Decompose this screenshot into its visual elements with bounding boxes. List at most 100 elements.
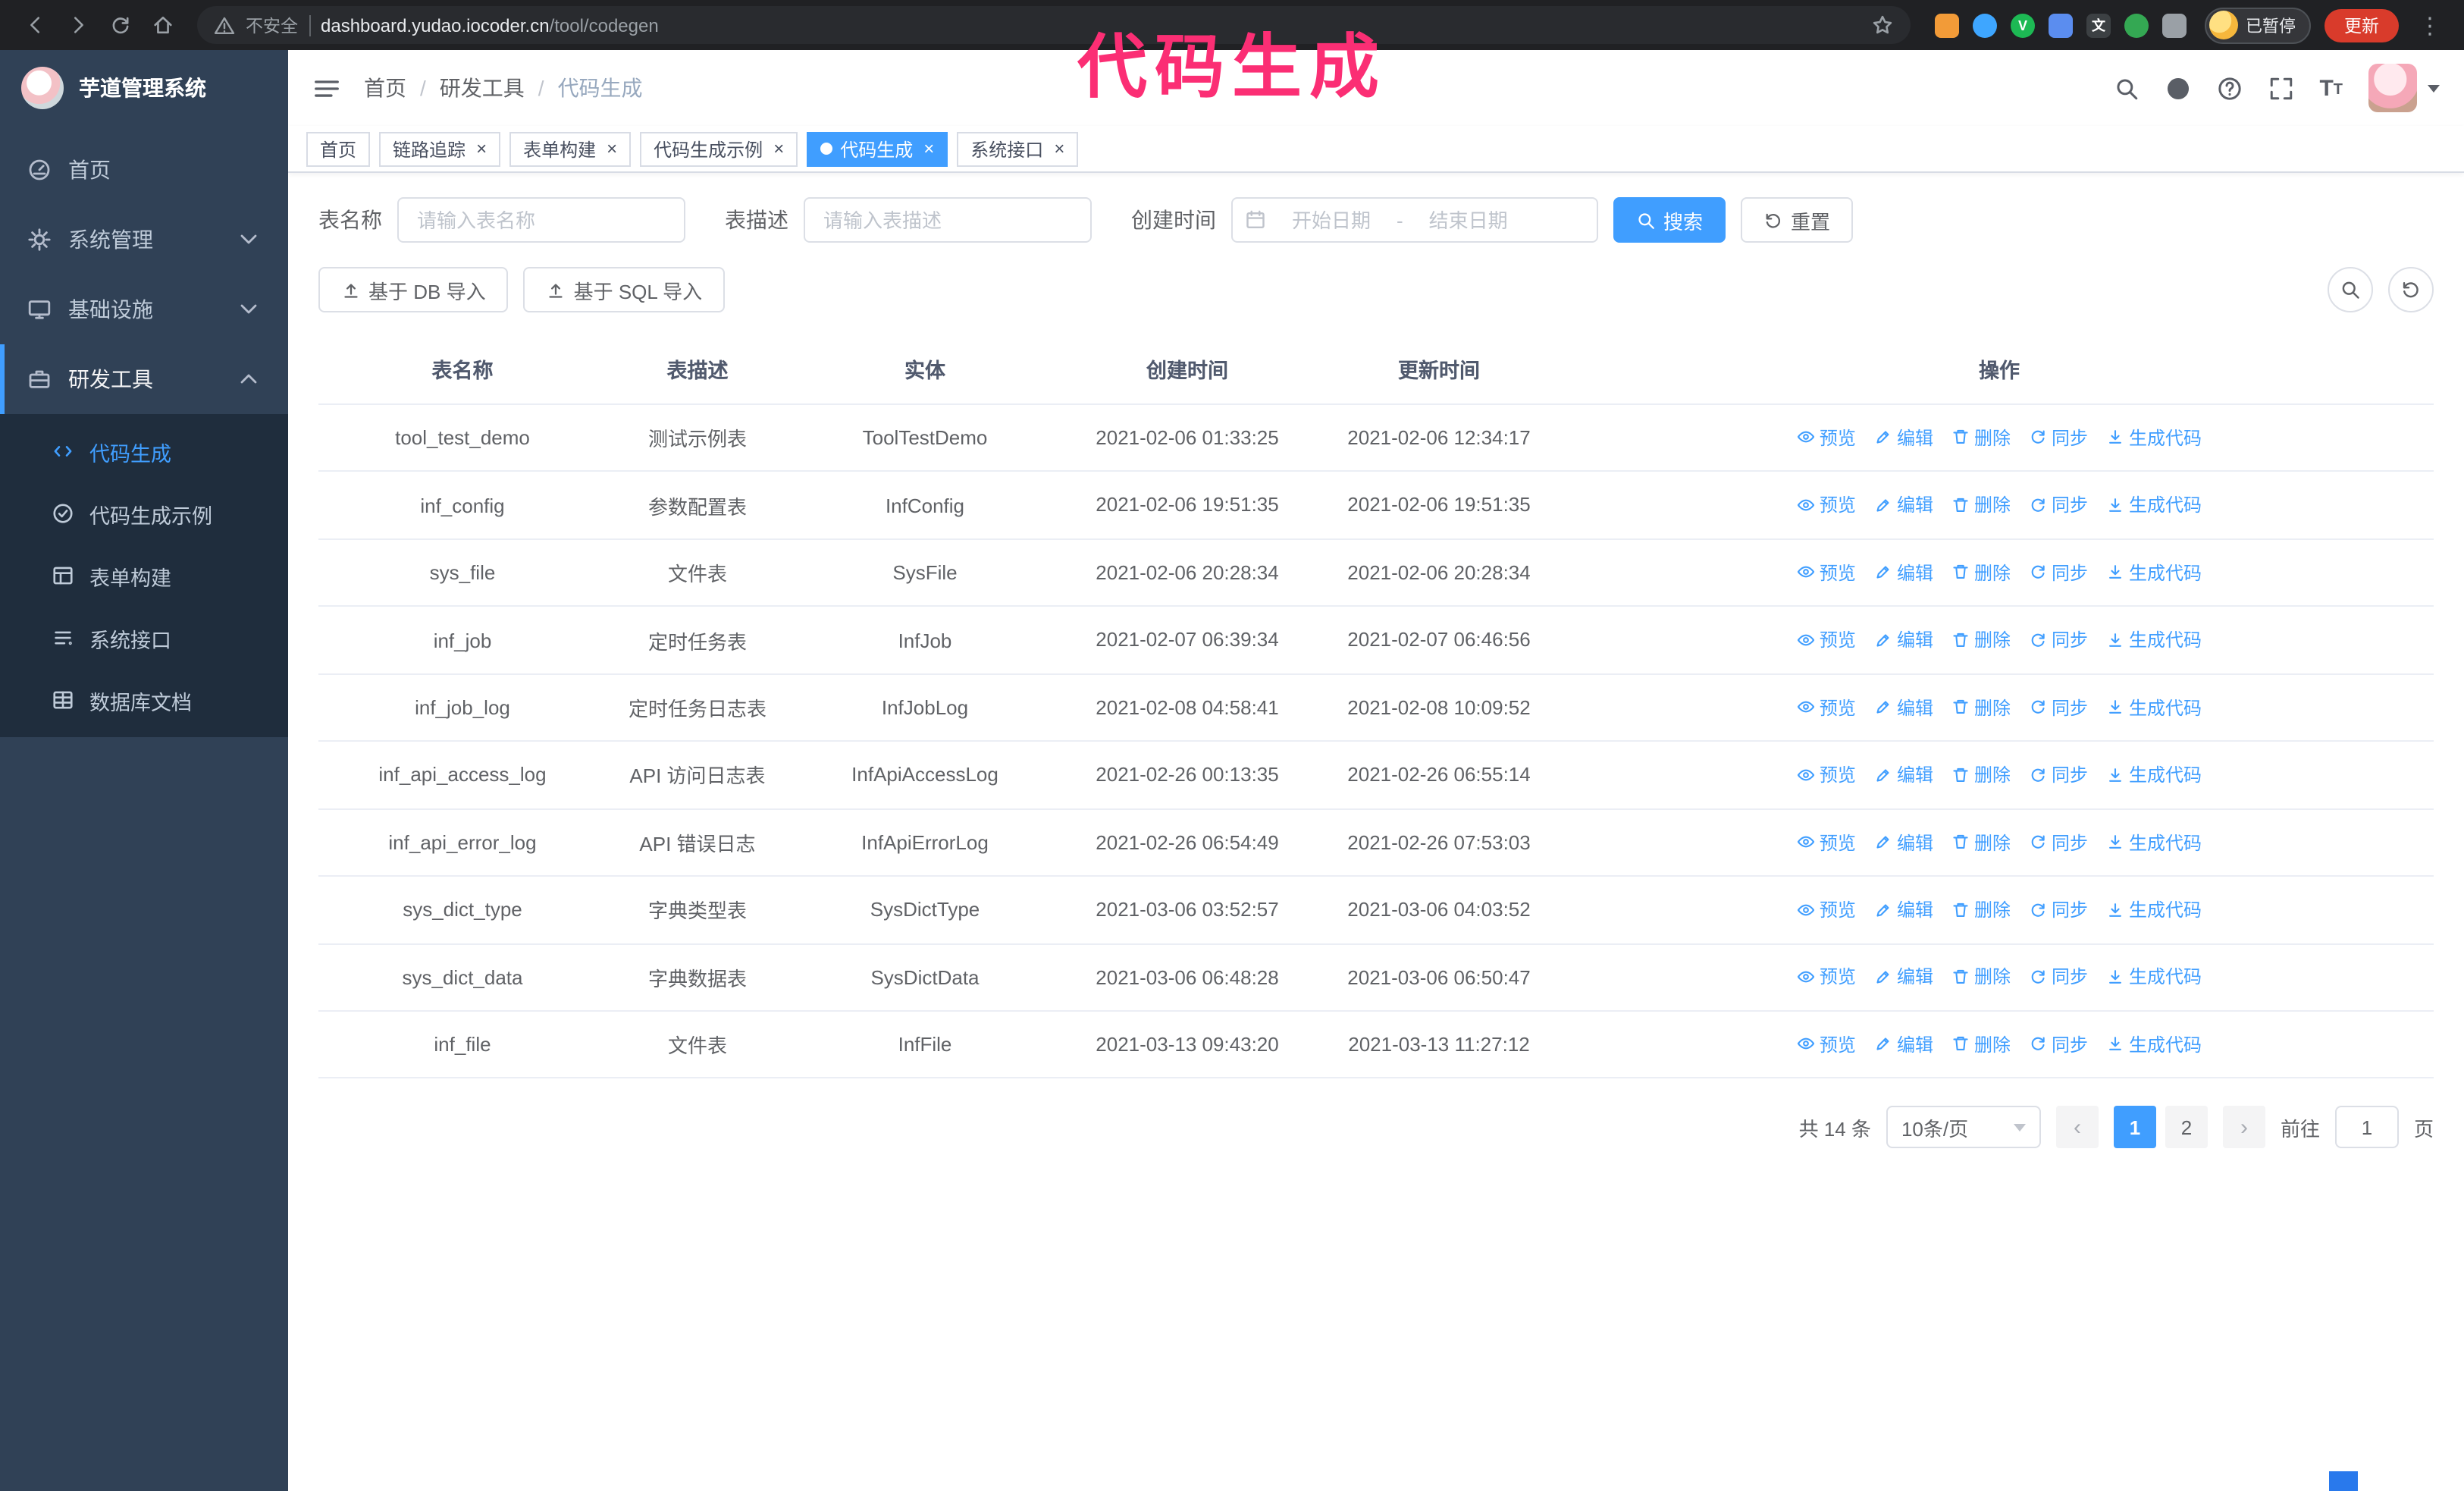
generate-code-link[interactable]: 生成代码 [2106, 896, 2202, 922]
generate-code-link[interactable]: 生成代码 [2106, 694, 2202, 720]
close-tab-icon[interactable]: × [476, 140, 487, 158]
sync-link[interactable]: 同步 [2029, 1031, 2088, 1057]
toggle-search-button[interactable] [2328, 267, 2373, 312]
delete-link[interactable]: 删除 [1951, 627, 2011, 653]
preview-link[interactable]: 预览 [1797, 560, 1856, 585]
date-range-picker[interactable]: - [1231, 197, 1598, 243]
sidebar-logo[interactable]: 芋道管理系统 [0, 50, 288, 126]
tab-form-builder[interactable]: 表单构建 × [509, 131, 632, 166]
sidebar-item-infra[interactable]: 基础设施 [0, 275, 288, 344]
delete-link[interactable]: 删除 [1951, 694, 2011, 720]
edit-link[interactable]: 编辑 [1874, 829, 1933, 855]
preview-link[interactable]: 预览 [1797, 492, 1856, 518]
next-page-button[interactable]: › [2222, 1106, 2265, 1149]
browser-home-icon[interactable] [143, 5, 182, 45]
edit-link[interactable]: 编辑 [1874, 964, 1933, 990]
delete-link[interactable]: 删除 [1951, 829, 2011, 855]
preview-link[interactable]: 预览 [1797, 829, 1856, 855]
page-button-1[interactable]: 1 [2113, 1106, 2156, 1149]
browser-menu-icon[interactable]: ⋮ [2412, 11, 2449, 39]
sidebar-subitem-api[interactable]: 系统接口 [0, 607, 288, 669]
extension-water-drop-icon[interactable] [1973, 13, 1997, 37]
user-avatar-menu[interactable] [2368, 64, 2440, 112]
delete-link[interactable]: 删除 [1951, 1031, 2011, 1057]
preview-link[interactable]: 预览 [1797, 425, 1856, 450]
profile-chip[interactable]: 已暂停 [2205, 7, 2311, 43]
end-date-input[interactable] [1409, 209, 1528, 231]
table-name-input[interactable] [397, 197, 685, 243]
preview-link[interactable]: 预览 [1797, 761, 1856, 787]
preview-link[interactable]: 预览 [1797, 627, 1856, 653]
bookmark-star-icon[interactable] [1871, 14, 1894, 36]
sync-link[interactable]: 同步 [2029, 560, 2088, 585]
delete-link[interactable]: 删除 [1951, 560, 2011, 585]
address-bar[interactable]: 不安全 dashboard.yudao.iocoder.cn/tool/code… [197, 6, 1911, 44]
extension-v-badge-icon[interactable]: V [2011, 13, 2035, 37]
prev-page-button[interactable]: ‹ [2055, 1106, 2099, 1149]
sync-link[interactable]: 同步 [2029, 425, 2088, 450]
extension-puzzle-icon[interactable] [2162, 13, 2187, 37]
tab-codegen-example[interactable]: 代码生成示例 × [640, 131, 798, 166]
sidebar-item-home[interactable]: 首页 [0, 135, 288, 205]
search-button[interactable]: 搜索 [1613, 197, 1726, 243]
font-size-icon[interactable]: TT [2319, 77, 2343, 99]
browser-reload-icon[interactable] [100, 5, 140, 45]
sync-link[interactable]: 同步 [2029, 627, 2088, 653]
sync-link[interactable]: 同步 [2029, 761, 2088, 787]
close-tab-icon[interactable]: × [773, 140, 784, 158]
page-button-2[interactable]: 2 [2165, 1106, 2208, 1149]
chrome-update-button[interactable]: 更新 [2324, 8, 2399, 42]
sidebar-subitem-codegen-example[interactable]: 代码生成示例 [0, 482, 288, 545]
tab-codegen[interactable]: 代码生成 × [807, 131, 948, 166]
delete-link[interactable]: 删除 [1951, 492, 2011, 518]
tab-home[interactable]: 首页 [306, 131, 371, 166]
security-label[interactable]: 不安全 [246, 13, 298, 37]
close-tab-icon[interactable]: × [923, 140, 934, 158]
edit-link[interactable]: 编辑 [1874, 627, 1933, 653]
edit-link[interactable]: 编辑 [1874, 896, 1933, 922]
search-icon[interactable] [2113, 75, 2139, 101]
close-tab-icon[interactable]: × [1054, 140, 1064, 158]
edit-link[interactable]: 编辑 [1874, 694, 1933, 720]
sidebar-subitem-codegen[interactable]: 代码生成 [0, 420, 288, 482]
edit-link[interactable]: 编辑 [1874, 492, 1933, 518]
edit-link[interactable]: 编辑 [1874, 560, 1933, 585]
preview-link[interactable]: 预览 [1797, 694, 1856, 720]
page-size-select[interactable]: 10条/页 [1886, 1106, 2041, 1149]
breadcrumb-item[interactable]: 代码生成 [558, 73, 643, 103]
sync-link[interactable]: 同步 [2029, 829, 2088, 855]
generate-code-link[interactable]: 生成代码 [2106, 425, 2202, 450]
generate-code-link[interactable]: 生成代码 [2106, 964, 2202, 990]
table-desc-input[interactable] [804, 197, 1092, 243]
delete-link[interactable]: 删除 [1951, 425, 2011, 450]
tab-tracing[interactable]: 链路追踪 × [379, 131, 501, 166]
sync-link[interactable]: 同步 [2029, 964, 2088, 990]
goto-page-input[interactable] [2334, 1106, 2399, 1149]
breadcrumb-item[interactable]: 首页 [364, 73, 406, 103]
fullscreen-icon[interactable] [2268, 75, 2293, 101]
preview-link[interactable]: 预览 [1797, 1031, 1856, 1057]
close-tab-icon[interactable]: × [607, 140, 617, 158]
sync-link[interactable]: 同步 [2029, 694, 2088, 720]
help-icon[interactable] [2216, 75, 2242, 101]
breadcrumb-item[interactable]: 研发工具 [440, 73, 525, 103]
edit-link[interactable]: 编辑 [1874, 425, 1933, 450]
sidebar-subitem-form-builder[interactable]: 表单构建 [0, 545, 288, 607]
extension-plant-icon[interactable] [2124, 13, 2149, 37]
generate-code-link[interactable]: 生成代码 [2106, 829, 2202, 855]
delete-link[interactable]: 删除 [1951, 761, 2011, 787]
edit-link[interactable]: 编辑 [1874, 761, 1933, 787]
sidebar-item-dev-tools[interactable]: 研发工具 [0, 344, 288, 414]
extension-people-icon[interactable] [2049, 13, 2073, 37]
browser-back-icon[interactable] [15, 5, 55, 45]
generate-code-link[interactable]: 生成代码 [2106, 1031, 2202, 1057]
sidebar-subitem-db-doc[interactable]: 数据库文档 [0, 669, 288, 731]
start-date-input[interactable] [1272, 209, 1390, 231]
generate-code-link[interactable]: 生成代码 [2106, 627, 2202, 653]
generate-code-link[interactable]: 生成代码 [2106, 560, 2202, 585]
sync-link[interactable]: 同步 [2029, 492, 2088, 518]
generate-code-link[interactable]: 生成代码 [2106, 761, 2202, 787]
sync-link[interactable]: 同步 [2029, 896, 2088, 922]
delete-link[interactable]: 删除 [1951, 964, 2011, 990]
import-db-button[interactable]: 基于 DB 导入 [318, 267, 509, 312]
